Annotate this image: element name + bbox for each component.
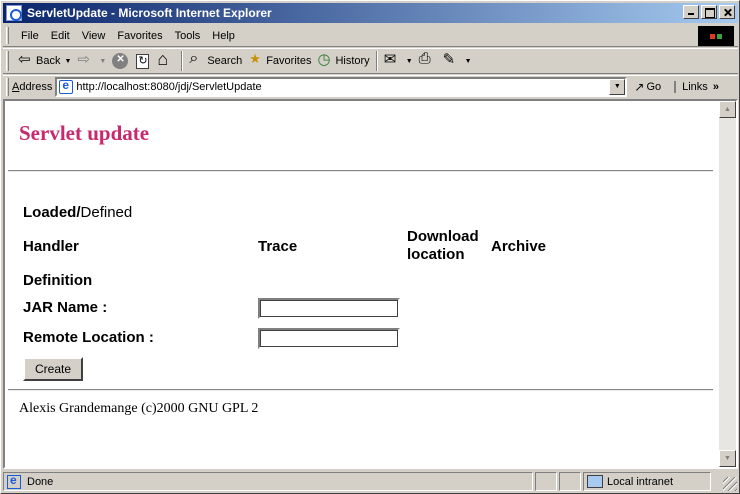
divider [8, 389, 713, 391]
menu-edit[interactable]: Edit [45, 30, 76, 42]
mail-dropdown-icon[interactable]: ▼ [406, 58, 413, 65]
window-title: ServletUpdate - Microsoft Internet Explo… [27, 6, 272, 20]
edit-icon [443, 50, 459, 69]
column-download-location: Download location [407, 228, 479, 263]
minimize-button[interactable] [683, 5, 699, 19]
forward-dropdown-icon[interactable]: ▼ [99, 58, 106, 65]
title-bar[interactable]: ServletUpdate - Microsoft Internet Explo… [3, 3, 738, 23]
chevron-right-icon[interactable]: » [713, 81, 719, 93]
favorites-icon [248, 51, 264, 69]
links-label: Links [682, 80, 708, 93]
toolbar-separator [375, 51, 378, 71]
address-dropdown-icon[interactable]: ▼ [609, 78, 626, 95]
address-bar: Address http://localhost:8080/jdj/Servle… [3, 75, 738, 97]
status-progress-panel [535, 472, 557, 491]
menu-help[interactable]: Help [206, 30, 241, 42]
intranet-icon [587, 475, 603, 488]
print-icon [419, 50, 435, 69]
mail-icon [384, 50, 400, 69]
menu-tools[interactable]: Tools [169, 30, 207, 42]
page-status-icon [7, 473, 21, 489]
ie-icon [6, 5, 22, 21]
favorites-label: Favorites [266, 55, 312, 67]
status-main: Done [3, 472, 533, 491]
page-icon [59, 78, 74, 94]
page-title: Servlet update [19, 121, 150, 145]
loaded-defined-caption: Loaded/Defined [23, 204, 133, 221]
column-trace: Trace [258, 238, 298, 255]
status-zone: Local intranet [583, 472, 711, 491]
refresh-button[interactable] [133, 50, 154, 72]
remote-location-label: Remote Location : [23, 329, 154, 346]
search-label: Search [207, 55, 243, 67]
divider [8, 170, 713, 172]
forward-button[interactable]: ▼ [74, 50, 109, 72]
go-button[interactable]: Go [631, 80, 664, 94]
links-button[interactable]: Links » [674, 80, 719, 93]
status-bar: Done Local intranet [3, 471, 738, 492]
scroll-down-icon[interactable]: ▼ [719, 450, 736, 467]
scroll-up-icon[interactable]: ▲ [719, 101, 736, 118]
menu-favorites[interactable]: Favorites [111, 30, 168, 42]
resize-grip-icon[interactable] [723, 477, 737, 491]
go-arrow-icon [634, 80, 646, 94]
status-lock-panel [559, 472, 581, 491]
standard-toolbar: Back ▼ ▼ Search Favorites History [3, 48, 738, 74]
status-text: Done [27, 475, 54, 488]
browser-window: ServletUpdate - Microsoft Internet Explo… [0, 0, 740, 494]
back-label: Back [36, 55, 61, 67]
stop-button[interactable] [109, 50, 133, 72]
definition-heading: Definition [23, 272, 93, 289]
menu-bar: File Edit View Favorites Tools Help [3, 25, 738, 47]
forward-arrow-icon [77, 50, 93, 69]
content-viewport: Servlet update Loaded/Defined Handler Tr… [3, 99, 738, 469]
mail-button[interactable]: ▼ [381, 50, 416, 72]
column-archive: Archive [491, 238, 547, 255]
history-button[interactable]: History [314, 50, 372, 72]
address-label: Address [12, 80, 53, 93]
column-handler: Handler [23, 238, 79, 255]
toolbar-separator [181, 51, 184, 71]
edit-button[interactable]: ▼ [440, 50, 475, 72]
search-button[interactable]: Search [186, 50, 245, 72]
address-grip[interactable] [6, 77, 9, 96]
search-icon [189, 50, 205, 69]
favorites-button[interactable]: Favorites [245, 50, 314, 72]
web-page: Servlet update Loaded/Defined Handler Tr… [5, 101, 719, 467]
home-button[interactable] [154, 49, 178, 72]
home-icon [157, 49, 173, 70]
menu-view[interactable]: View [76, 30, 112, 42]
back-arrow-icon [18, 50, 34, 69]
menu-grip[interactable] [6, 27, 9, 44]
address-url[interactable]: http://localhost:8080/jdj/ServletUpdate [76, 81, 261, 93]
maximize-button[interactable] [701, 5, 717, 19]
back-button[interactable]: Back ▼ [15, 50, 74, 72]
jar-name-label: JAR Name : [23, 299, 108, 316]
zone-label: Local intranet [607, 475, 674, 488]
window-controls [681, 5, 735, 19]
jar-name-input[interactable] [258, 298, 400, 319]
windows-logo-icon [698, 26, 734, 46]
remote-location-input[interactable] [258, 328, 400, 349]
create-button[interactable]: Create [23, 357, 83, 381]
go-label: Go [646, 80, 662, 93]
print-button[interactable] [416, 50, 440, 72]
refresh-icon [136, 53, 150, 69]
history-label: History [335, 55, 370, 67]
vertical-scrollbar[interactable]: ▲ ▼ [719, 101, 736, 467]
address-input[interactable]: http://localhost:8080/jdj/ServletUpdate … [55, 76, 628, 97]
copyright-footer: Alexis Grandemange (c)2000 GNU GPL 2 [19, 401, 259, 416]
history-icon [317, 50, 333, 69]
close-button[interactable] [719, 5, 735, 19]
toolbar-grip[interactable] [6, 51, 9, 71]
menu-file[interactable]: File [15, 30, 45, 42]
back-dropdown-icon[interactable]: ▼ [64, 58, 71, 65]
edit-dropdown-icon[interactable]: ▼ [465, 58, 472, 65]
stop-icon [112, 53, 129, 69]
